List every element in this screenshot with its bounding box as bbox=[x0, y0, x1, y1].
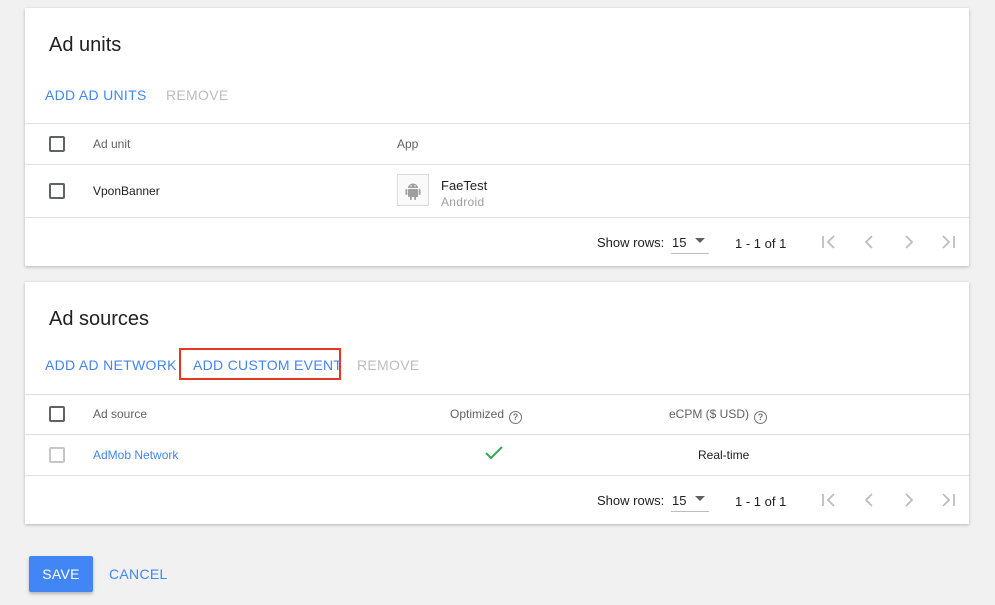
save-button[interactable]: SAVE bbox=[29, 556, 93, 592]
column-header-optimized: Optimized? bbox=[450, 407, 523, 424]
ad-sources-title: Ad sources bbox=[49, 308, 150, 330]
divider bbox=[25, 217, 969, 218]
optimized-label: Optimized bbox=[450, 407, 505, 421]
rows-per-page-value: 15 bbox=[672, 493, 687, 508]
column-header-ecpm: eCPM ($ USD)? bbox=[669, 407, 768, 424]
rows-per-page-select[interactable]: 15 bbox=[671, 490, 709, 512]
ad-source-link[interactable]: AdMob Network bbox=[93, 448, 178, 462]
ad-unit-name: VponBanner bbox=[93, 184, 160, 198]
next-page-icon[interactable] bbox=[899, 232, 919, 252]
ad-sources-card: Ad sources ADD AD NETWORK ADD CUSTOM EVE… bbox=[25, 282, 969, 524]
column-header-app: App bbox=[397, 137, 419, 151]
last-page-icon[interactable] bbox=[938, 490, 958, 510]
help-icon[interactable]: ? bbox=[754, 411, 768, 424]
ad-units-card: Ad units ADD AD UNITS REMOVE Ad unit App… bbox=[25, 8, 969, 266]
add-custom-event-button[interactable]: ADD CUSTOM EVENT bbox=[193, 357, 342, 373]
check-icon bbox=[485, 446, 503, 460]
last-page-icon[interactable] bbox=[938, 232, 958, 252]
divider bbox=[25, 164, 969, 165]
add-ad-units-button[interactable]: ADD AD UNITS bbox=[45, 87, 147, 103]
prev-page-icon[interactable] bbox=[859, 490, 879, 510]
dropdown-caret-icon bbox=[695, 496, 705, 501]
divider bbox=[25, 394, 969, 395]
show-rows-label: Show rows: bbox=[597, 493, 665, 508]
remove-ad-source-button[interactable]: REMOVE bbox=[357, 357, 419, 373]
ecpm-label: eCPM ($ USD) bbox=[669, 407, 750, 421]
show-rows-label: Show rows: bbox=[597, 235, 665, 250]
remove-ad-units-button[interactable]: REMOVE bbox=[166, 87, 228, 103]
cancel-button[interactable]: CANCEL bbox=[109, 566, 168, 582]
column-header-ad-source: Ad source bbox=[93, 407, 148, 421]
page-range: 1 - 1 of 1 bbox=[735, 494, 787, 509]
divider bbox=[25, 123, 969, 124]
divider bbox=[25, 434, 969, 435]
add-ad-network-button[interactable]: ADD AD NETWORK bbox=[45, 357, 177, 373]
prev-page-icon[interactable] bbox=[859, 232, 879, 252]
ad-units-title: Ad units bbox=[49, 34, 122, 56]
select-all-checkbox[interactable] bbox=[49, 136, 65, 152]
dropdown-caret-icon bbox=[695, 238, 705, 243]
column-header-ad-unit: Ad unit bbox=[93, 137, 131, 151]
android-icon bbox=[397, 174, 429, 206]
app-platform: Android bbox=[441, 195, 485, 209]
rows-per-page-value: 15 bbox=[672, 235, 687, 250]
rows-per-page-select[interactable]: 15 bbox=[671, 232, 709, 254]
page-range: 1 - 1 of 1 bbox=[735, 236, 787, 251]
help-icon[interactable]: ? bbox=[509, 411, 523, 424]
select-all-checkbox[interactable] bbox=[49, 406, 65, 422]
first-page-icon[interactable] bbox=[819, 490, 839, 510]
app-name: FaeTest bbox=[441, 178, 488, 193]
first-page-icon[interactable] bbox=[819, 232, 839, 252]
divider bbox=[25, 475, 969, 476]
row-checkbox[interactable] bbox=[49, 447, 65, 463]
next-page-icon[interactable] bbox=[899, 490, 919, 510]
row-checkbox[interactable] bbox=[49, 183, 65, 199]
ecpm-value: Real-time bbox=[698, 448, 750, 462]
